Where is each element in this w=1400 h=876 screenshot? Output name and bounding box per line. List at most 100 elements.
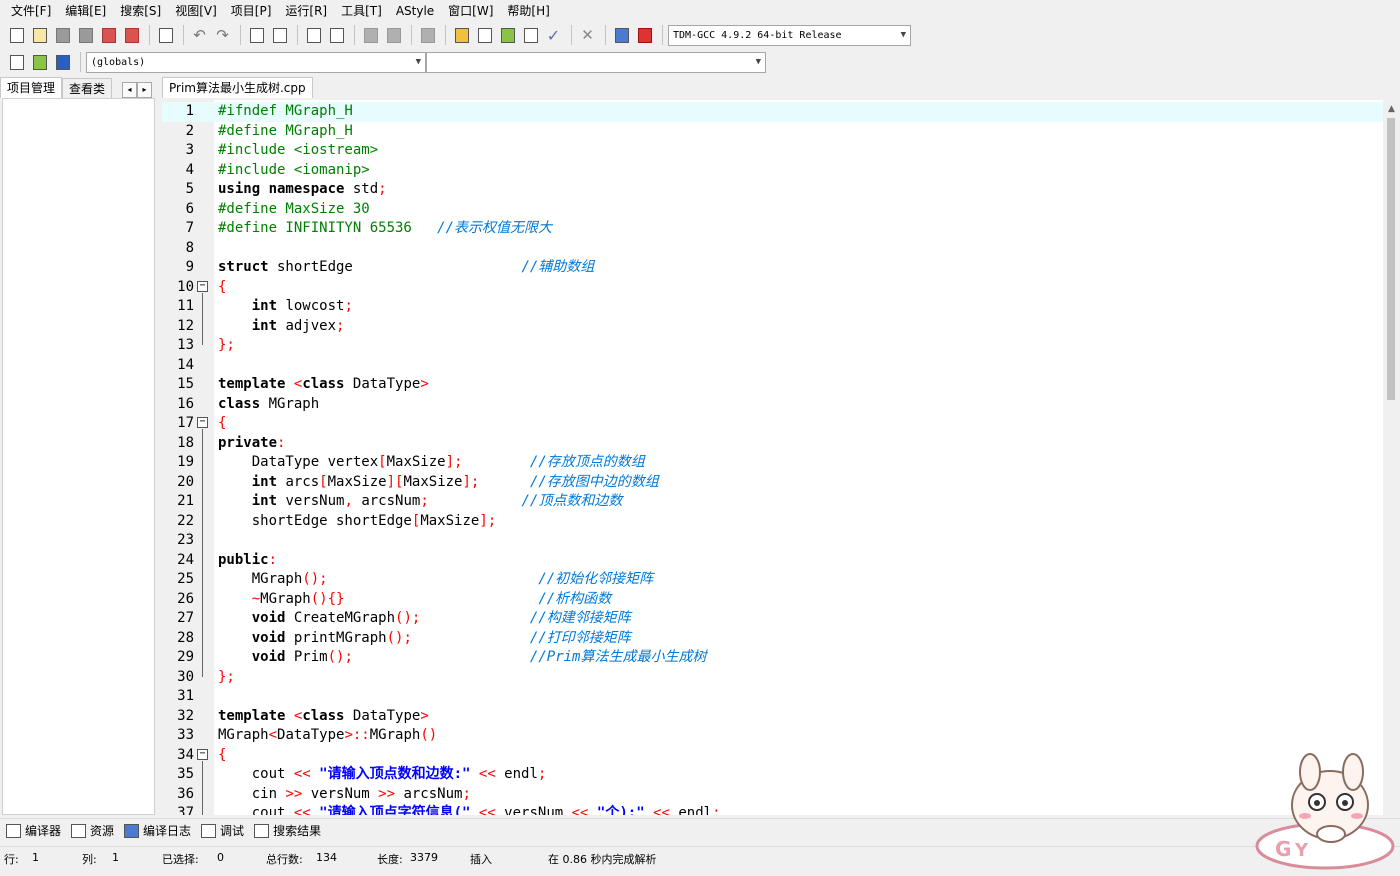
code-line[interactable]: 32 template <class DataType> bbox=[162, 707, 1383, 727]
code-line[interactable]: 29 void Prim(); //Prim算法生成最小生成树 bbox=[162, 648, 1383, 668]
code-line[interactable]: 23 bbox=[162, 531, 1383, 551]
rebuild-button[interactable] bbox=[520, 25, 541, 46]
tab-compiler[interactable]: 编译器 bbox=[6, 822, 61, 839]
close-button[interactable] bbox=[98, 25, 119, 46]
open-button[interactable] bbox=[29, 25, 50, 46]
tab-resources[interactable]: 资源 bbox=[71, 822, 114, 839]
next-button[interactable] bbox=[383, 25, 404, 46]
compiler-select[interactable]: TDM-GCC 4.9.2 64-bit Release ▼ bbox=[668, 24, 911, 46]
code-line[interactable]: 9 struct shortEdge //辅助数组 bbox=[162, 258, 1383, 278]
code-line[interactable]: 1 #ifndef MGraph_H bbox=[162, 102, 1383, 122]
code-line[interactable]: 10−{ bbox=[162, 278, 1383, 298]
menu-run[interactable]: 运行[R] bbox=[278, 0, 334, 22]
menu-search[interactable]: 搜索[S] bbox=[113, 0, 168, 22]
run-button[interactable] bbox=[474, 25, 495, 46]
code-line[interactable]: 3 #include <iostream> bbox=[162, 141, 1383, 161]
svg-text:G: G bbox=[1275, 837, 1291, 861]
goto-button[interactable] bbox=[29, 52, 50, 73]
save-button[interactable] bbox=[52, 25, 73, 46]
menu-edit[interactable]: 编辑[E] bbox=[58, 0, 113, 22]
menu-tools[interactable]: 工具[T] bbox=[334, 0, 389, 22]
compile-button[interactable] bbox=[451, 25, 472, 46]
fold-toggle-icon[interactable]: − bbox=[197, 280, 208, 292]
code-line[interactable]: 15 template <class DataType> bbox=[162, 375, 1383, 395]
code-line[interactable]: 35 cout << "请输入顶点数和边数:" << endl; bbox=[162, 765, 1383, 785]
editor-vertical-scrollbar[interactable]: ▲ bbox=[1383, 100, 1400, 815]
project-tree-panel[interactable] bbox=[2, 98, 155, 815]
code-line[interactable]: 13}; bbox=[162, 336, 1383, 356]
code-line[interactable]: 28 void printMGraph(); //打印邻接矩阵 bbox=[162, 629, 1383, 649]
scrollbar-thumb[interactable] bbox=[1387, 118, 1395, 400]
stop-button[interactable]: ✕ bbox=[577, 25, 598, 46]
code-line[interactable]: 11 int lowcost; bbox=[162, 297, 1383, 317]
code-line[interactable]: 6 #define MaxSize 30 bbox=[162, 200, 1383, 220]
code-line[interactable]: 17−{ bbox=[162, 414, 1383, 434]
tab-scroll-left-button[interactable]: ◂ bbox=[122, 82, 138, 98]
scroll-up-arrow-icon[interactable]: ▲ bbox=[1383, 104, 1400, 116]
line-number: 7 bbox=[185, 220, 194, 236]
code-text: #define MGraph_H bbox=[218, 122, 353, 139]
code-line[interactable]: 8 bbox=[162, 239, 1383, 259]
code-line[interactable]: 33 MGraph<DataType>::MGraph() bbox=[162, 726, 1383, 746]
tab-search-results[interactable]: 搜索结果 bbox=[254, 822, 321, 839]
code-line[interactable]: 2 #define MGraph_H bbox=[162, 122, 1383, 142]
toggle-bookmark-button[interactable] bbox=[52, 52, 73, 73]
code-line[interactable]: 24 public: bbox=[162, 551, 1383, 571]
function-select[interactable]: ▼ bbox=[426, 51, 766, 73]
code-line[interactable]: 22 shortEdge shortEdge[MaxSize]; bbox=[162, 512, 1383, 532]
compile-run-button[interactable] bbox=[497, 25, 518, 46]
menu-help[interactable]: 帮助[H] bbox=[500, 0, 556, 22]
editor-file-tab[interactable]: Prim算法最小生成树.cpp bbox=[162, 77, 313, 98]
print-button[interactable] bbox=[155, 25, 176, 46]
check-syntax-button[interactable]: ✓ bbox=[543, 25, 564, 46]
code-line[interactable]: 5 using namespace std; bbox=[162, 180, 1383, 200]
fold-toggle-icon[interactable]: − bbox=[197, 417, 208, 428]
code-line[interactable]: 14 bbox=[162, 356, 1383, 376]
tab-project[interactable]: 项目管理 bbox=[0, 77, 63, 98]
save-all-button[interactable] bbox=[75, 25, 96, 46]
tab-debug[interactable]: 调试 bbox=[201, 822, 244, 839]
code-line[interactable]: 7 #define INFINITYN 65536 //表示权值无限大 bbox=[162, 219, 1383, 239]
tab-scroll-right-button[interactable]: ▸ bbox=[137, 82, 153, 98]
status-col-label: 列: bbox=[82, 853, 97, 866]
menu-astyle[interactable]: AStyle bbox=[389, 0, 441, 22]
code-line[interactable]: 36 cin >> versNum >> arcsNum; bbox=[162, 785, 1383, 805]
code-line[interactable]: 21 int versNum, arcsNum; //顶点数和边数 bbox=[162, 492, 1383, 512]
code-line[interactable]: 4 #include <iomanip> bbox=[162, 161, 1383, 181]
find-button[interactable] bbox=[246, 25, 267, 46]
indent-button[interactable] bbox=[303, 25, 324, 46]
undo-button[interactable]: ↶ bbox=[189, 25, 210, 46]
insert-button[interactable] bbox=[6, 52, 27, 73]
bookmark-button[interactable] bbox=[417, 25, 438, 46]
code-line[interactable]: 20 int arcs[MaxSize][MaxSize]; //存放图中边的数… bbox=[162, 473, 1383, 493]
code-editor[interactable]: 1 #ifndef MGraph_H 2 #define MGraph_H 3 #incl… bbox=[162, 100, 1383, 815]
fold-toggle-icon[interactable]: − bbox=[197, 748, 208, 760]
code-line[interactable]: 34−{ bbox=[162, 746, 1383, 766]
code-line[interactable]: 27 void CreateMGraph(); //构建邻接矩阵 bbox=[162, 609, 1383, 629]
menu-project[interactable]: 项目[P] bbox=[224, 0, 279, 22]
code-line[interactable]: 18 private: bbox=[162, 434, 1383, 454]
code-line[interactable]: 31 bbox=[162, 687, 1383, 707]
profile-button[interactable] bbox=[611, 25, 632, 46]
code-line[interactable]: 19 DataType vertex[MaxSize]; //存放顶点的数组 bbox=[162, 453, 1383, 473]
new-file-button[interactable] bbox=[6, 25, 27, 46]
scope-select[interactable]: (globals) ▼ bbox=[86, 51, 426, 73]
redo-button[interactable]: ↷ bbox=[212, 25, 233, 46]
code-line[interactable]: 16 class MGraph bbox=[162, 395, 1383, 415]
code-line[interactable]: 25 MGraph(); //初始化邻接矩阵 bbox=[162, 570, 1383, 590]
menu-file[interactable]: 文件[F] bbox=[4, 0, 58, 22]
tab-classes[interactable]: 查看类 bbox=[62, 78, 113, 98]
menu-window[interactable]: 窗口[W] bbox=[441, 0, 500, 22]
replace-button[interactable] bbox=[269, 25, 290, 46]
close-all-button[interactable] bbox=[121, 25, 142, 46]
menu-view[interactable]: 视图[V] bbox=[168, 0, 224, 22]
prev-button[interactable] bbox=[360, 25, 381, 46]
code-line[interactable]: 30}; bbox=[162, 668, 1383, 688]
code-line[interactable]: 12 int adjvex; bbox=[162, 317, 1383, 337]
unindent-button[interactable] bbox=[326, 25, 347, 46]
tab-compile-log[interactable]: 编译日志 bbox=[124, 822, 191, 839]
code-line[interactable]: 26 ~MGraph(){} //析构函数 bbox=[162, 590, 1383, 610]
code-line[interactable]: 37 cout << "请输入顶点字符信息(" << versNum << "个… bbox=[162, 804, 1383, 815]
delete-profile-button[interactable] bbox=[634, 25, 655, 46]
checkmark-icon: ✓ bbox=[546, 25, 561, 45]
